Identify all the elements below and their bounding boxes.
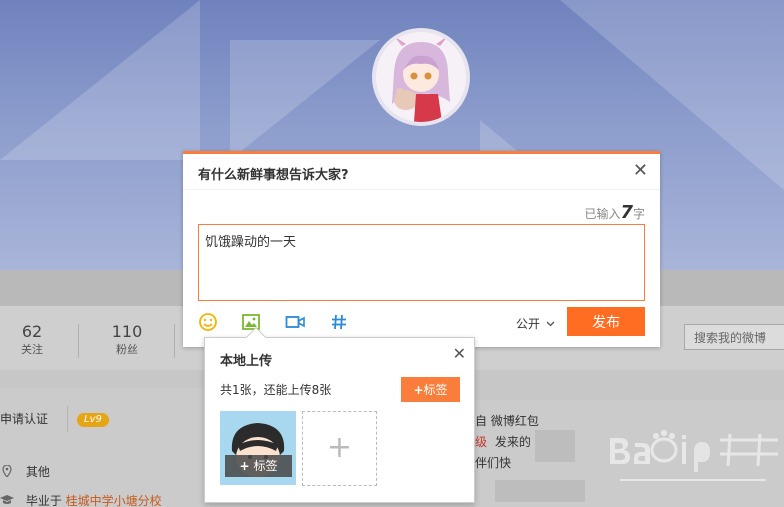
- stat-following-count: 62: [21, 322, 43, 341]
- stat-following[interactable]: 62 关注: [2, 322, 62, 357]
- avatar[interactable]: [372, 28, 470, 126]
- cover-pattern: [0, 0, 200, 160]
- profile-info-panel: 申请认证 Lv9 其他 毕业于 桂城中学小塘分校: [0, 388, 210, 507]
- compose-header: 有什么新鲜事想告诉大家? ✕: [183, 154, 660, 190]
- location-text: 其他: [25, 465, 50, 479]
- plus-icon: +: [413, 383, 424, 397]
- video-icon[interactable]: [285, 312, 305, 332]
- graduation-icon: [0, 495, 14, 504]
- level-badge[interactable]: Lv9: [77, 413, 109, 427]
- school-row: 毕业于 桂城中学小塘分校: [0, 492, 162, 507]
- verify-row: 申请认证: [0, 410, 48, 427]
- location-icon: [2, 464, 12, 478]
- location-row: 其他: [2, 463, 50, 480]
- blurred-region: [495, 480, 585, 502]
- compose-textarea[interactable]: 饥饿躁动的一天: [198, 224, 645, 301]
- char-counter: 已输入7字: [584, 202, 645, 223]
- feed-line-1: 自 微博红包: [475, 414, 539, 428]
- search-my-weibo-input[interactable]: 搜索我的微博: [684, 324, 784, 350]
- local-upload-popup: 本地上传 ✕ 共1张，还能上传8张 +标签 + 标签 +: [204, 327, 475, 503]
- school-link[interactable]: 桂城中学小塘分校: [66, 494, 162, 507]
- baidu-jingyan-watermark: [610, 430, 778, 481]
- publish-button[interactable]: 发布: [567, 307, 645, 336]
- upload-title: 本地上传: [220, 354, 273, 369]
- stat-followers[interactable]: 110 粉丝: [97, 322, 157, 357]
- divider: [67, 406, 68, 432]
- feed-line-2a: 级: [475, 435, 488, 449]
- thumbnail-tag-button[interactable]: + 标签: [225, 455, 292, 477]
- upload-close-icon[interactable]: ✕: [453, 344, 466, 363]
- stat-followers-label: 粉丝: [116, 343, 138, 356]
- close-icon[interactable]: ✕: [633, 162, 648, 180]
- counter-number: 7: [620, 202, 633, 223]
- emoji-icon[interactable]: [198, 312, 218, 332]
- stat-followers-count: 110: [111, 322, 143, 341]
- feed-line-2: 级 发来的: [475, 433, 531, 450]
- apply-verify-link[interactable]: 申请认证: [0, 412, 48, 426]
- compose-title: 有什么新鲜事想告诉大家?: [198, 168, 349, 183]
- uploaded-image-thumbnail[interactable]: + 标签: [220, 411, 296, 485]
- visibility-dropdown[interactable]: 公开: [516, 315, 555, 332]
- compose-dialog: 有什么新鲜事想告诉大家? ✕ 已输入7字 饥饿躁动的一天 公开 发布: [183, 151, 660, 347]
- plus-icon: +: [239, 459, 250, 473]
- thumbnail-tag-label: 标签: [253, 459, 278, 473]
- divider: [174, 324, 175, 358]
- blurred-region: [535, 430, 575, 462]
- topic-hashtag-icon[interactable]: [329, 312, 349, 332]
- divider: [78, 324, 79, 358]
- add-tag-label: 标签: [423, 383, 448, 397]
- visibility-label: 公开: [516, 317, 541, 331]
- counter-prefix: 已输入: [584, 207, 621, 221]
- plus-icon: +: [326, 430, 353, 465]
- stat-following-label: 关注: [21, 343, 43, 356]
- chevron-down-icon: [546, 321, 555, 327]
- feed-line-3: 伴们快: [475, 456, 512, 470]
- counter-suffix: 字: [632, 207, 645, 221]
- avatar-illustration: [376, 32, 466, 122]
- upload-count: 共1张，还能上传8张: [220, 383, 332, 397]
- level-row: Lv9: [77, 411, 109, 427]
- add-tag-button[interactable]: +标签: [401, 377, 460, 402]
- add-image-slot[interactable]: +: [302, 411, 377, 486]
- feed-line-2b: 发来的: [494, 435, 531, 449]
- cover-pattern: [230, 40, 380, 160]
- school-prefix: 毕业于: [25, 494, 62, 507]
